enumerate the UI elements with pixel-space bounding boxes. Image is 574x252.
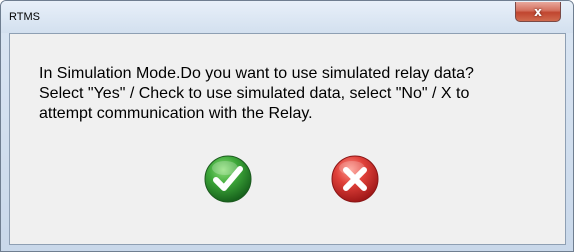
check-icon — [204, 155, 252, 203]
title-bar: RTMS x — [1, 1, 573, 33]
close-button[interactable]: x — [515, 2, 561, 22]
dialog-content: In Simulation Mode.Do you want to use si… — [9, 33, 566, 245]
dialog-message: In Simulation Mode.Do you want to use si… — [39, 64, 569, 124]
message-line-2: Select "Yes" / Check to use simulated da… — [39, 85, 470, 102]
yes-button[interactable] — [203, 154, 253, 204]
message-line-1: In Simulation Mode.Do you want to use si… — [39, 65, 474, 82]
no-button[interactable] — [330, 154, 380, 204]
message-line-3: attempt communication with the Relay. — [39, 105, 313, 122]
window-title: RTMS — [9, 11, 40, 23]
cross-icon — [331, 155, 379, 203]
dialog-window: RTMS x In Simulation Mode.Do you want to… — [0, 0, 574, 252]
close-icon: x — [534, 4, 542, 19]
